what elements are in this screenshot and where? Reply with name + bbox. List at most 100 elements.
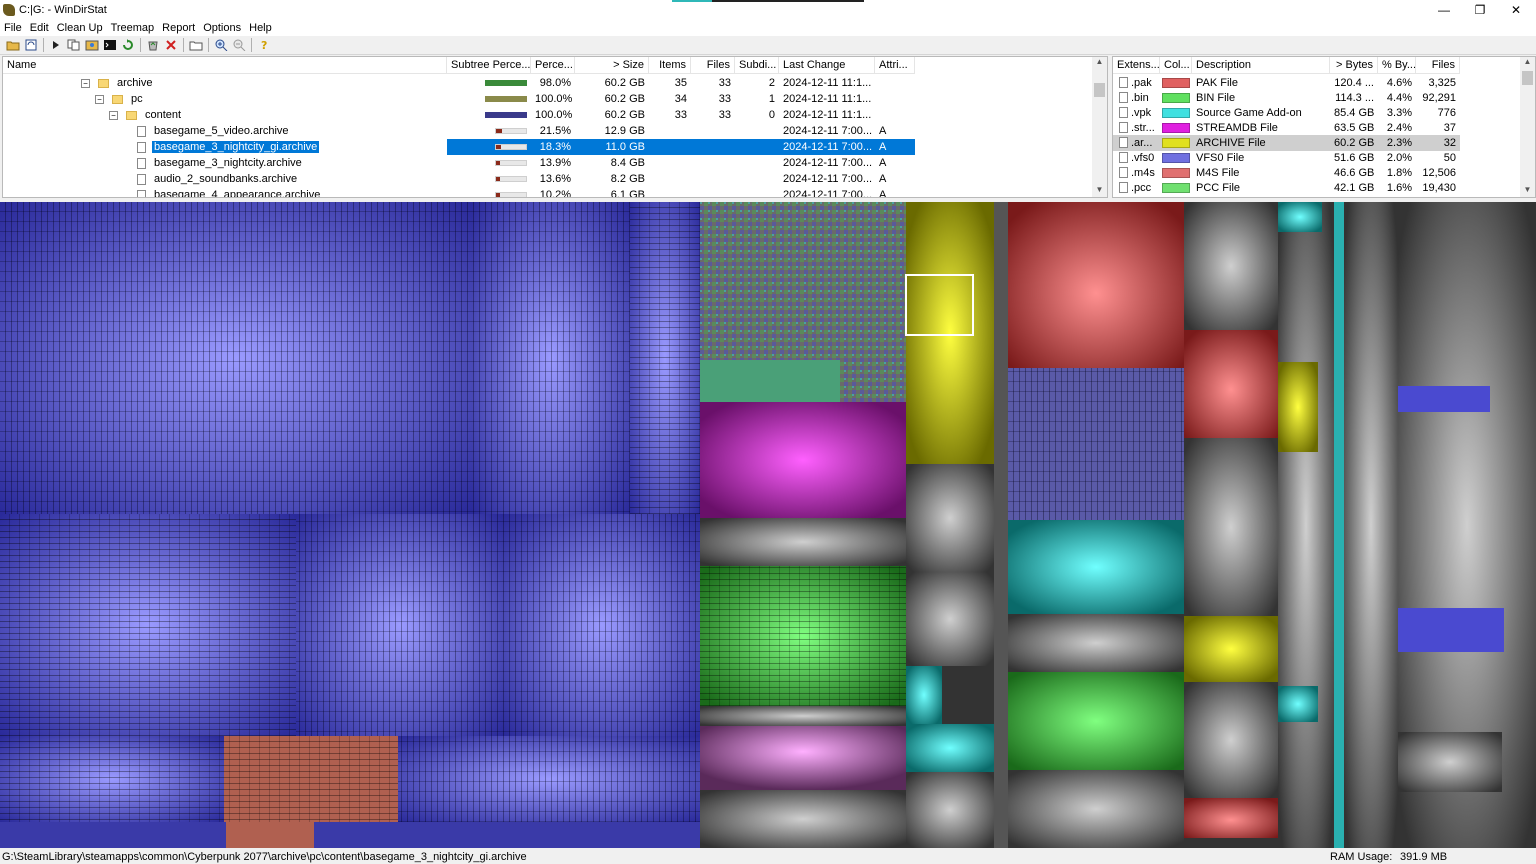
minimize-button[interactable]: —: [1426, 0, 1462, 19]
treemap-block[interactable]: [0, 822, 700, 848]
treemap-block[interactable]: [906, 572, 994, 666]
tree-row[interactable]: audio_2_soundbanks.archive 13.6% 8.2 GB 202…: [3, 171, 915, 187]
treemap-block[interactable]: [1398, 732, 1502, 792]
tree-row[interactable]: basegame_3_nightcity_gi.archive 18.3% 11.0…: [3, 139, 915, 155]
menu-clean-up[interactable]: Clean Up: [57, 22, 103, 34]
recycle-icon[interactable]: [144, 37, 162, 53]
tree-row[interactable]: basegame_5_video.archive 21.5% 12.9 GB 2024…: [3, 123, 915, 139]
treemap-block-archive[interactable]: [906, 202, 994, 464]
treemap-block[interactable]: [700, 518, 906, 566]
tree-row[interactable]: − pc 100.0% 60.2 GB 34 33 1 2024-12-11 11:1...: [3, 91, 915, 107]
tree-row[interactable]: − content 100.0% 60.2 GB 33 33 0 2024-12-11 11:…: [3, 107, 915, 123]
expand-collapse-toggle[interactable]: −: [81, 78, 90, 88]
copy-path-icon[interactable]: [65, 37, 83, 53]
treemap-block-pak[interactable]: [1184, 330, 1278, 438]
extension-row[interactable]: .pak PAK File 120.4 ... 4.6% 3,325: [1113, 75, 1460, 90]
treemap-block[interactable]: [1398, 386, 1490, 412]
treemap-block[interactable]: [1008, 770, 1184, 848]
treemap-block[interactable]: [906, 464, 994, 572]
treemap-block[interactable]: [700, 360, 840, 402]
tree-row[interactable]: basegame_4_appearance.archive 10.2% 6.1 GB…: [3, 187, 915, 197]
col-color[interactable]: Col...: [1160, 57, 1192, 74]
scroll-down-arrow[interactable]: ▼: [1520, 185, 1535, 197]
command-prompt-icon[interactable]: [101, 37, 119, 53]
col-extension[interactable]: Extens...: [1113, 57, 1160, 74]
delete-icon[interactable]: [162, 37, 180, 53]
treemap-block-vpk[interactable]: [1334, 202, 1344, 848]
treemap-canvas[interactable]: [0, 202, 1536, 848]
treemap-block[interactable]: [700, 790, 906, 848]
extension-row[interactable]: .bin BIN File 114.3 ... 4.4% 92,291: [1113, 90, 1460, 105]
col-ext-files[interactable]: Files: [1416, 57, 1460, 74]
treemap-block-vpk[interactable]: [1278, 202, 1322, 232]
treemap-block[interactable]: [1278, 202, 1334, 848]
col-percent-bytes[interactable]: % By...: [1378, 57, 1416, 74]
col-files[interactable]: Files: [691, 57, 735, 74]
treemap-block[interactable]: [1184, 682, 1278, 798]
treemap-block-vpk[interactable]: [1008, 520, 1184, 614]
col-subdirs[interactable]: Subdi...: [735, 57, 779, 74]
treemap-block-vpk[interactable]: [906, 666, 942, 724]
treemap-block[interactable]: [700, 706, 906, 726]
treemap-block[interactable]: [1184, 438, 1278, 616]
col-last-change[interactable]: Last Change: [779, 57, 875, 74]
col-description[interactable]: Description: [1192, 57, 1330, 74]
new-folder-icon[interactable]: [187, 37, 205, 53]
extension-row[interactable]: .m4s M4S File 46.6 GB 1.8% 12,506: [1113, 165, 1460, 180]
extension-row[interactable]: .str... STREAMDB File 63.5 GB 2.4% 37: [1113, 120, 1460, 135]
col-percent[interactable]: Perce...: [531, 57, 575, 74]
explorer-icon[interactable]: [83, 37, 101, 53]
treemap-block-pak[interactable]: [1008, 202, 1184, 368]
extension-scrollbar[interactable]: ▲ ▼: [1520, 57, 1535, 197]
refresh-all-icon[interactable]: [22, 37, 40, 53]
col-attributes[interactable]: Attri...: [875, 57, 915, 74]
scroll-thumb[interactable]: [1094, 83, 1105, 97]
col-name[interactable]: Name: [3, 57, 447, 74]
col-size[interactable]: > Size: [575, 57, 649, 74]
treemap-block-streamdb[interactable]: [700, 402, 906, 518]
menu-options[interactable]: Options: [203, 22, 241, 34]
menu-report[interactable]: Report: [162, 22, 195, 34]
tree-row[interactable]: basegame_3_nightcity.archive 13.9% 8.4 GB 2…: [3, 155, 915, 171]
treemap-block[interactable]: [1008, 614, 1184, 672]
play-icon[interactable]: [47, 37, 65, 53]
expand-collapse-toggle[interactable]: −: [109, 110, 118, 120]
col-items[interactable]: Items: [649, 57, 691, 74]
treemap-block-vpk[interactable]: [906, 724, 994, 772]
scroll-up-arrow[interactable]: ▲: [1092, 57, 1107, 69]
extension-row[interactable]: .pcc PCC File 42.1 GB 1.6% 19,430: [1113, 180, 1460, 195]
tree-row[interactable]: − archive 98.0% 60.2 GB 35 33 2 2024-12-11 11:1…: [3, 75, 915, 91]
treemap-view[interactable]: [0, 202, 1536, 848]
treemap-block[interactable]: [1184, 202, 1278, 330]
menu-help[interactable]: Help: [249, 22, 272, 34]
treemap-block[interactable]: [994, 202, 1008, 848]
scroll-thumb[interactable]: [1522, 71, 1533, 85]
col-bytes[interactable]: > Bytes: [1330, 57, 1378, 74]
refresh-icon[interactable]: [119, 37, 137, 53]
treemap-block-bin[interactable]: [1008, 672, 1184, 770]
treemap-block-archive[interactable]: [1278, 362, 1318, 452]
col-subtree-percent[interactable]: Subtree Perce...: [447, 57, 531, 74]
extension-row[interactable]: .vpk Source Game Add-on 85.4 GB 3.3% 776: [1113, 105, 1460, 120]
maximize-button[interactable]: ❐: [1462, 0, 1498, 19]
menu-file[interactable]: File: [4, 22, 22, 34]
menu-edit[interactable]: Edit: [30, 22, 49, 34]
help-icon[interactable]: ?: [255, 37, 273, 53]
treemap-block-archive[interactable]: [1184, 616, 1278, 682]
zoom-out-icon[interactable]: [230, 37, 248, 53]
expand-collapse-toggle[interactable]: −: [95, 94, 104, 104]
treemap-block[interactable]: [700, 726, 906, 790]
extension-row[interactable]: .ar... ARCHIVE File 60.2 GB 2.3% 32: [1113, 134, 1460, 151]
tree-scrollbar[interactable]: ▲ ▼: [1092, 57, 1107, 197]
treemap-block[interactable]: [1398, 608, 1504, 652]
treemap-block-pak[interactable]: [1184, 798, 1278, 838]
close-button[interactable]: ✕: [1498, 0, 1534, 19]
scroll-up-arrow[interactable]: ▲: [1520, 57, 1535, 69]
scroll-down-arrow[interactable]: ▼: [1092, 185, 1107, 197]
zoom-in-icon[interactable]: [212, 37, 230, 53]
menu-treemap[interactable]: Treemap: [111, 22, 155, 34]
treemap-block[interactable]: [1344, 202, 1398, 848]
treemap-block-vpk[interactable]: [1278, 686, 1318, 722]
extension-row[interactable]: .vfs0 VFS0 File 51.6 GB 2.0% 50: [1113, 150, 1460, 165]
open-icon[interactable]: [4, 37, 22, 53]
